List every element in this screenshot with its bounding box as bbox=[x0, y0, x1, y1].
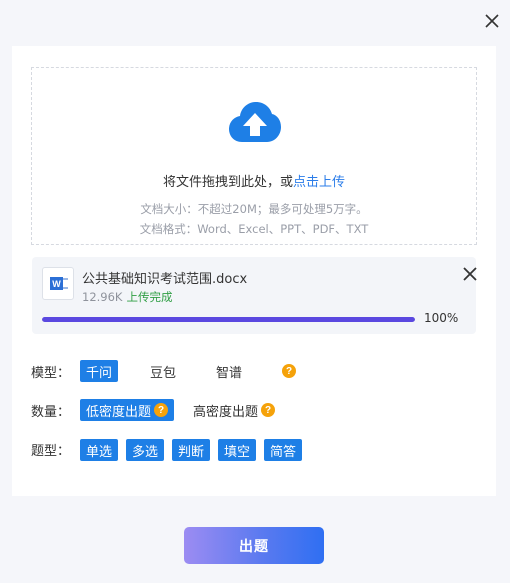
question-type-label: 题型： bbox=[31, 444, 71, 459]
generator-panel: 将文件拖拽到此处，或点击上传 文档大小：不超过20M；最多可处理5万字。 文档格… bbox=[12, 46, 496, 496]
question-type-short-answer[interactable]: 简答 bbox=[264, 439, 303, 461]
remove-file-button[interactable] bbox=[462, 266, 478, 282]
upload-prompt-text: 将文件拖拽到此处，或 bbox=[162, 175, 293, 190]
question-icon[interactable]: ? bbox=[261, 403, 276, 417]
upload-progress-text: 100% bbox=[424, 311, 459, 325]
question-type-true-false[interactable]: 判断 bbox=[172, 439, 211, 461]
file-size: 12.96K bbox=[82, 290, 123, 304]
quantity-option-high-density[interactable]: 高密度出题? bbox=[187, 399, 281, 421]
uploaded-file-card: W 公共基础知识考试范围.docx 12.96K 上传完成 100% bbox=[32, 257, 478, 334]
upload-dropzone[interactable]: 将文件拖拽到此处，或点击上传 文档大小：不超过20M；最多可处理5万字。 文档格… bbox=[31, 67, 477, 245]
upload-progress-bar bbox=[42, 317, 415, 322]
model-label: 模型： bbox=[31, 366, 71, 381]
dialog-close-button[interactable] bbox=[482, 11, 502, 31]
model-option-qianwen[interactable]: 千问 bbox=[80, 360, 119, 382]
close-icon bbox=[485, 14, 499, 28]
generate-questions-button[interactable]: 出题 bbox=[184, 527, 324, 564]
upload-size-hint: 文档大小：不超过20M；最多可处理5万字。 bbox=[140, 202, 368, 216]
quantity-option-low-density[interactable]: 低密度出题? bbox=[80, 399, 175, 421]
quantity-label: 数量： bbox=[31, 405, 71, 420]
model-help-icon[interactable]: ? bbox=[282, 364, 296, 378]
question-icon[interactable]: ? bbox=[154, 403, 169, 417]
model-option-doubao[interactable]: 豆包 bbox=[144, 360, 182, 382]
upload-progress-fill bbox=[42, 317, 415, 322]
upload-format-hint: 文档格式：Word、Excel、PPT、PDF、TXT bbox=[139, 222, 369, 236]
cloud-upload-icon bbox=[229, 102, 281, 142]
quantity-option-low-density-label: 低密度出题 bbox=[86, 404, 152, 420]
question-type-single-choice[interactable]: 单选 bbox=[80, 439, 119, 461]
file-meta: 12.96K 上传完成 bbox=[82, 289, 172, 305]
file-name: 公共基础知识考试范围.docx bbox=[82, 272, 248, 287]
question-type-fill-blank[interactable]: 填空 bbox=[218, 439, 257, 461]
question-type-multiple-choice[interactable]: 多选 bbox=[126, 439, 165, 461]
quantity-option-high-density-label: 高密度出题 bbox=[193, 404, 259, 420]
click-upload-link[interactable]: 点击上传 bbox=[293, 175, 345, 190]
model-option-zhipu[interactable]: 智谱 bbox=[210, 360, 248, 382]
upload-prompt: 将文件拖拽到此处，或点击上传 bbox=[32, 171, 476, 190]
word-doc-icon: W bbox=[42, 267, 74, 300]
file-status: 上传完成 bbox=[126, 290, 173, 304]
